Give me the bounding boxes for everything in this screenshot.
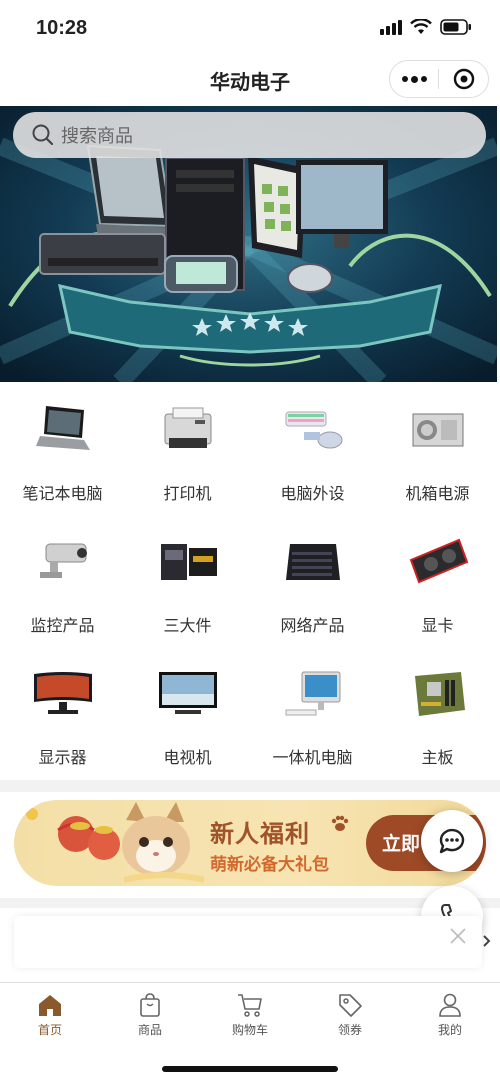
category-label: 显示器 [38, 748, 87, 767]
more-menu-button[interactable] [390, 61, 438, 97]
miniprogram-capsule [389, 60, 489, 98]
search-placeholder: 搜索商品 [61, 126, 133, 147]
category-label: 一体机电脑 [272, 748, 353, 767]
category-label: 电脑外设 [280, 484, 345, 503]
signal-icon [380, 20, 402, 35]
category-printer[interactable]: 打印机 [125, 382, 250, 514]
category-graphics-card[interactable]: 显卡 [375, 514, 500, 646]
cart-icon [238, 994, 262, 1017]
home-indicator [162, 1066, 338, 1072]
tab-cart[interactable]: 购物车 [200, 983, 300, 1043]
tab-label: 购物车 [231, 1023, 268, 1037]
search-bar[interactable]: 搜索商品 [13, 112, 486, 158]
network-switch-icon [286, 544, 340, 580]
notice-card [14, 916, 482, 968]
category-label: 电视机 [163, 748, 212, 767]
home-icon [39, 995, 61, 1016]
section-divider [0, 780, 500, 792]
tv-icon [159, 672, 217, 714]
category-label: 显卡 [421, 616, 454, 635]
close-icon[interactable] [448, 926, 468, 946]
coupon-tag-icon [339, 994, 362, 1017]
security-camera-icon [40, 543, 87, 578]
category-tv[interactable]: 电视机 [125, 646, 250, 778]
category-network[interactable]: 网络产品 [250, 514, 375, 646]
category-label: 网络产品 [280, 616, 345, 635]
printer-icon [164, 407, 212, 448]
gift-bag-cat-illustration [26, 802, 204, 883]
graphics-card-icon [409, 538, 469, 584]
power-supply-icon [412, 413, 464, 447]
tab-products[interactable]: 商品 [100, 983, 200, 1043]
paw-icon [331, 815, 349, 831]
wifi-icon [410, 19, 432, 34]
category-case-psu[interactable]: 机箱电源 [375, 382, 500, 514]
category-laptop[interactable]: 笔记本电脑 [0, 382, 125, 514]
status-icons [380, 19, 472, 35]
category-label: 打印机 [163, 484, 212, 503]
category-label: 三大件 [163, 616, 212, 635]
tab-label: 商品 [137, 1023, 162, 1037]
promo-title: 新人福利 [210, 820, 310, 848]
category-surveillance[interactable]: 监控产品 [0, 514, 125, 646]
keyboard-mouse-icon [285, 411, 343, 449]
nav-bar: 华动电子 [0, 56, 500, 106]
monitor-icon [34, 672, 92, 714]
customer-service-chat-button[interactable] [421, 810, 483, 872]
chat-bubble-icon [439, 828, 465, 854]
search-icon [32, 124, 54, 146]
category-peripherals[interactable]: 电脑外设 [250, 382, 375, 514]
tab-coupons[interactable]: 领券 [300, 983, 400, 1043]
shopping-bag-icon [140, 993, 160, 1017]
laptop-icon [36, 406, 90, 450]
category-motherboard[interactable]: 主板 [375, 646, 500, 778]
category-monitor[interactable]: 显示器 [0, 646, 125, 778]
category-all-in-one[interactable]: 一体机电脑 [250, 646, 375, 778]
category-label: 笔记本电脑 [22, 484, 103, 503]
category-label: 机箱电源 [405, 484, 470, 503]
target-close-icon [453, 68, 474, 90]
tab-profile[interactable]: 我的 [400, 983, 500, 1043]
tab-label: 我的 [437, 1023, 462, 1037]
profile-icon [439, 993, 461, 1017]
promo-subtitle: 萌新必备大礼包 [210, 855, 329, 875]
tab-home[interactable]: 首页 [0, 983, 100, 1043]
category-label: 监控产品 [30, 616, 95, 635]
mainboard-icon [415, 672, 465, 716]
claim-now-label: 立即 [382, 833, 421, 855]
tab-label: 领券 [337, 1023, 362, 1037]
status-time: 10:28 [36, 17, 88, 39]
new-user-promo-banner[interactable]: 新人福利 萌新必备大礼包 立即 [14, 800, 486, 886]
tab-label: 首页 [37, 1023, 62, 1037]
status-bar: 10:28 [0, 0, 500, 56]
close-miniprogram-button[interactable] [439, 67, 488, 91]
motherboard-box-icon [161, 544, 217, 580]
all-in-one-pc-icon [285, 671, 341, 716]
category-label: 主板 [421, 748, 454, 767]
battery-icon [440, 19, 471, 35]
chevron-right-icon[interactable] [482, 934, 492, 948]
category-core-components[interactable]: 三大件 [125, 514, 250, 646]
